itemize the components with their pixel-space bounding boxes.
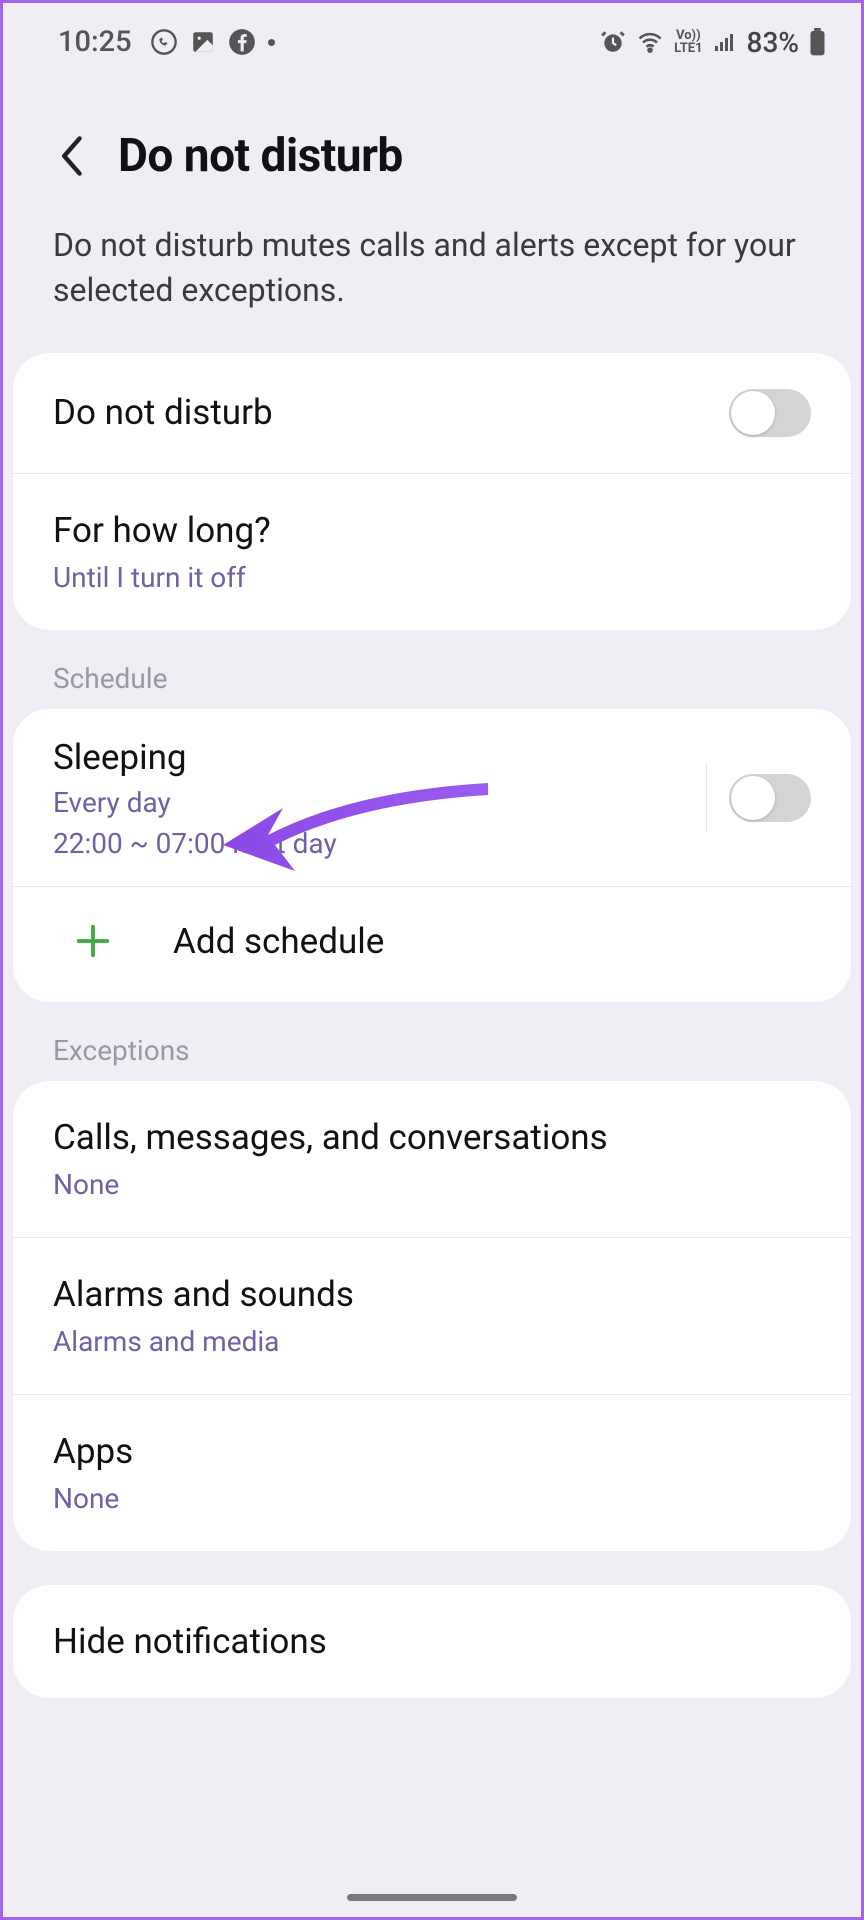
sleeping-toggle[interactable]	[729, 774, 811, 822]
exceptions-card: Calls, messages, and conversations None …	[13, 1081, 851, 1551]
sleeping-sub2: 22:00 ~ 07:00 next day	[53, 827, 706, 860]
alarms-label: Alarms and sounds	[53, 1274, 811, 1315]
alarm-icon	[600, 29, 626, 55]
back-button[interactable]	[53, 136, 93, 176]
add-schedule-label: Add schedule	[173, 921, 384, 962]
calls-row[interactable]: Calls, messages, and conversations None	[13, 1081, 851, 1237]
status-bar: 10:25 Vo))LTE1 83%	[3, 3, 861, 69]
toggle-knob	[731, 391, 775, 435]
page-subtitle: Do not disturb mutes calls and alerts ex…	[3, 201, 861, 353]
dnd-toggle-row[interactable]: Do not disturb	[13, 353, 851, 473]
status-right: Vo))LTE1 83%	[600, 26, 826, 59]
hide-notifications-row[interactable]: Hide notifications	[13, 1585, 851, 1698]
hide-card: Hide notifications	[13, 1585, 851, 1698]
status-left: 10:25	[58, 25, 275, 59]
toggle-knob	[731, 776, 775, 820]
sleeping-row[interactable]: Sleeping Every day 22:00 ~ 07:00 next da…	[13, 709, 851, 886]
apps-label: Apps	[53, 1431, 811, 1472]
sleeping-sub1: Every day	[53, 786, 706, 819]
duration-value: Until I turn it off	[53, 561, 811, 594]
alarms-row[interactable]: Alarms and sounds Alarms and media	[13, 1237, 851, 1394]
duration-label: For how long?	[53, 510, 811, 551]
schedule-section-label: Schedule	[3, 630, 861, 709]
image-icon	[190, 29, 216, 55]
alarms-value: Alarms and media	[53, 1325, 811, 1358]
page-header: Do not disturb	[3, 69, 861, 201]
plus-icon	[73, 921, 113, 961]
calls-value: None	[53, 1168, 811, 1201]
nav-handle[interactable]	[347, 1894, 517, 1901]
hide-label: Hide notifications	[53, 1621, 811, 1662]
duration-row[interactable]: For how long? Until I turn it off	[13, 473, 851, 630]
battery-icon	[809, 28, 826, 56]
sleeping-label: Sleeping	[53, 737, 706, 778]
signal-icon	[713, 30, 737, 54]
toggle-divider	[706, 763, 707, 833]
dnd-toggle[interactable]	[729, 389, 811, 437]
battery-percent: 83%	[747, 26, 799, 59]
apps-row[interactable]: Apps None	[13, 1394, 851, 1551]
status-time: 10:25	[58, 25, 132, 59]
whatsapp-icon	[150, 28, 178, 56]
exceptions-section-label: Exceptions	[3, 1002, 861, 1081]
calls-label: Calls, messages, and conversations	[53, 1117, 811, 1158]
dnd-toggle-label: Do not disturb	[53, 392, 729, 433]
apps-value: None	[53, 1482, 811, 1515]
facebook-icon	[228, 28, 256, 56]
schedule-card: Sleeping Every day 22:00 ~ 07:00 next da…	[13, 709, 851, 1002]
more-dot-icon	[268, 39, 275, 46]
add-schedule-row[interactable]: Add schedule	[13, 886, 851, 1002]
dnd-card: Do not disturb For how long? Until I tur…	[13, 353, 851, 630]
volte-icon: Vo))LTE1	[674, 29, 702, 55]
page-title: Do not disturb	[118, 129, 403, 183]
wifi-icon	[636, 28, 664, 56]
